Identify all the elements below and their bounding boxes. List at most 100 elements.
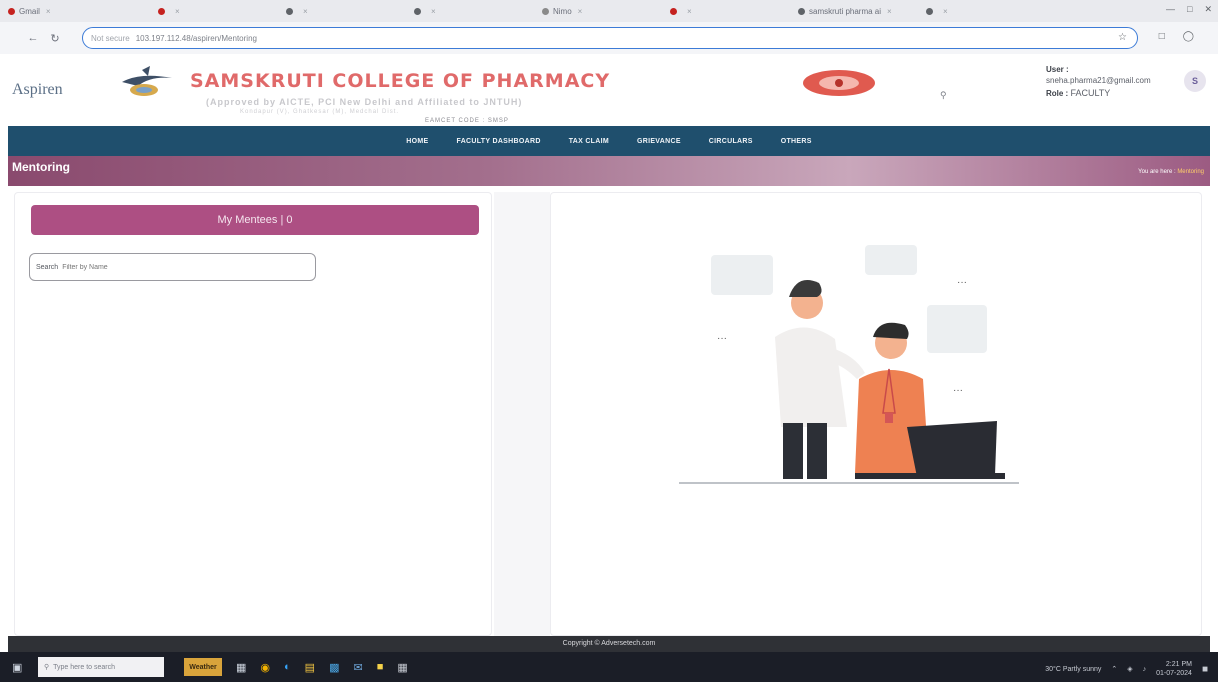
browser-tab[interactable]: ×: [278, 1, 406, 21]
browser-tab[interactable]: Gmail ×: [0, 1, 150, 21]
minimize-icon[interactable]: —: [1166, 4, 1175, 15]
college-logo-icon: [122, 66, 172, 96]
tab-favicon-icon: [158, 7, 165, 15]
task-view-icon[interactable]: ▦: [236, 661, 246, 674]
site-header: Aspiren SAMSKRUTI COLLEGE OF PHARMACY (A…: [0, 54, 1218, 126]
close-icon[interactable]: ✕: [1204, 4, 1212, 15]
mentee-search-input[interactable]: [62, 263, 303, 271]
tab-close-icon[interactable]: ×: [431, 7, 436, 16]
store-app-icon[interactable]: ▩: [329, 661, 339, 674]
reload-icon[interactable]: ↻: [44, 32, 66, 45]
illustration-panel: ··· ··· ···: [550, 192, 1202, 636]
page-title-bar: Mentoring You are here : Mentoring: [8, 156, 1210, 186]
browser-tab[interactable]: ×: [918, 1, 1046, 21]
browser-toolbar-icons: □ ◯: [1159, 31, 1194, 42]
url-text[interactable]: 103.197.112.48/aspiren/Mentoring: [136, 34, 257, 43]
accreditation-badge-icon: [803, 70, 875, 96]
user-info: User : sneha.pharma21@gmail.com Role : F…: [1046, 64, 1178, 99]
tab-close-icon[interactable]: ×: [687, 7, 692, 16]
svg-text:···: ···: [957, 277, 967, 288]
tab-favicon-icon: [542, 7, 549, 15]
college-name: SAMSKRUTI COLLEGE OF PHARMACY: [190, 70, 611, 92]
maximize-icon[interactable]: □: [1187, 4, 1192, 15]
tab-label: samskruti pharma ai: [809, 6, 882, 16]
notes-app-icon[interactable]: ■: [377, 661, 384, 673]
tab-favicon-icon: [926, 7, 933, 15]
my-mentees-header: My Mentees | 0: [31, 205, 479, 235]
chrome-app-icon[interactable]: ◉: [260, 661, 270, 674]
browser-tab[interactable]: ×: [662, 1, 790, 21]
avatar[interactable]: S: [1184, 70, 1206, 92]
panel-gutter: [494, 192, 550, 636]
calculator-app-icon[interactable]: ▦: [397, 661, 407, 674]
search-label: Search: [36, 263, 59, 271]
nav-tax-claim[interactable]: TAX CLAIM: [555, 138, 623, 145]
breadcrumb-prefix: You are here :: [1138, 169, 1176, 175]
clock-date: 01-07-2024: [1156, 670, 1192, 677]
weather-badge[interactable]: Weather: [184, 658, 222, 676]
svg-text:···: ···: [717, 333, 727, 344]
tab-close-icon[interactable]: ×: [175, 7, 180, 16]
taskbar-search-input[interactable]: ⚲ Type here to search: [38, 657, 164, 677]
edge-app-icon[interactable]: ◐: [284, 661, 291, 673]
bookmark-star-icon[interactable]: ☆: [1118, 32, 1127, 43]
tab-favicon-icon: [798, 7, 805, 15]
address-text: Kondapur (V), Ghatkesar (M), Medchal Dis…: [240, 109, 400, 115]
tab-favicon-icon: [670, 7, 677, 15]
tab-favicon-icon: [414, 7, 421, 15]
aspiren-logo[interactable]: Aspiren: [12, 81, 63, 99]
role-value: FACULTY: [1070, 88, 1111, 98]
role-label: Role :: [1046, 89, 1069, 98]
mail-app-icon[interactable]: ✉: [353, 661, 362, 674]
approval-text: (Approved by AICTE, PCI New Delhi and Af…: [206, 97, 523, 107]
extensions-icon[interactable]: □: [1159, 31, 1165, 42]
notifications-icon[interactable]: ■: [1202, 664, 1208, 675]
nav-circulars[interactable]: CIRCULARS: [695, 138, 767, 145]
network-icon[interactable]: ◈: [1127, 665, 1132, 673]
main-nav: HOME FACULTY DASHBOARD TAX CLAIM GRIEVAN…: [8, 126, 1210, 156]
url-input[interactable]: Not secure 103.197.112.48/aspiren/Mentor…: [82, 27, 1138, 49]
clock[interactable]: 2:21 PM 01-07-2024: [1156, 660, 1192, 678]
browser-address-bar: ← ↻ Not secure 103.197.112.48/aspiren/Me…: [0, 22, 1218, 54]
search-icon[interactable]: ⚲: [940, 90, 947, 101]
breadcrumb-current[interactable]: Mentoring: [1177, 169, 1204, 175]
mentees-panel: My Mentees | 0 Search: [14, 192, 492, 636]
explorer-app-icon[interactable]: ▤: [305, 661, 315, 674]
eamcet-code: EAMCET CODE : SMSP: [425, 118, 509, 124]
not-secure-label[interactable]: Not secure: [91, 34, 130, 43]
page-title: Mentoring: [12, 160, 70, 174]
user-label: User :: [1046, 65, 1069, 74]
browser-tab[interactable]: samskruti pharma ai ×: [790, 1, 918, 21]
taskbar-search-icon: ⚲: [44, 664, 50, 671]
tab-close-icon[interactable]: ×: [943, 7, 948, 16]
nav-others[interactable]: OTHERS: [767, 138, 826, 145]
breadcrumb: You are here : Mentoring: [1138, 169, 1204, 175]
system-tray: 30°C Partly sunny ⌃ ◈ ♪ 2:21 PM 01-07-20…: [1045, 660, 1208, 678]
windows-start-icon[interactable]: ▣: [12, 661, 32, 674]
tab-close-icon[interactable]: ×: [303, 7, 308, 16]
browser-tab[interactable]: ×: [406, 1, 534, 21]
user-email: sneha.pharma21@gmail.com: [1046, 76, 1151, 85]
nav-grievance[interactable]: GRIEVANCE: [623, 138, 695, 145]
window-controls: — □ ✕: [1166, 4, 1212, 15]
tray-chevron-icon[interactable]: ⌃: [1111, 665, 1117, 673]
back-icon[interactable]: ←: [22, 32, 44, 44]
tab-close-icon[interactable]: ×: [578, 7, 583, 16]
nav-home[interactable]: HOME: [392, 138, 442, 145]
mentoring-illustration: ··· ··· ···: [679, 245, 1019, 484]
mentee-search-box: Search: [29, 253, 316, 281]
browser-tab[interactable]: ×: [150, 1, 278, 21]
profile-icon[interactable]: ◯: [1183, 31, 1194, 42]
tab-favicon-icon: [286, 7, 293, 15]
volume-icon[interactable]: ♪: [1143, 666, 1147, 673]
tab-close-icon[interactable]: ×: [887, 7, 892, 16]
browser-tab[interactable]: Nimo ×: [534, 1, 662, 21]
tab-close-icon[interactable]: ×: [46, 7, 51, 16]
svg-text:···: ···: [953, 385, 963, 396]
tab-favicon-icon: [8, 7, 15, 15]
tab-label: Nimo: [553, 6, 572, 16]
windows-taskbar: ▣ ⚲ Type here to search Weather ▦ ◉ ◐ ▤ …: [0, 652, 1218, 682]
nav-faculty-dashboard[interactable]: FACULTY DASHBOARD: [443, 138, 555, 145]
weather-tray-text[interactable]: 30°C Partly sunny: [1045, 666, 1101, 673]
taskbar-search-placeholder: Type here to search: [53, 663, 116, 671]
